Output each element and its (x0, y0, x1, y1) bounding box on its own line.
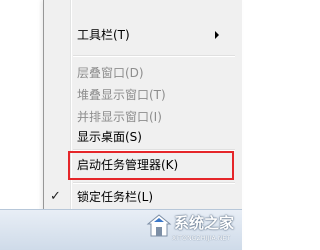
menu-item-label: 锁定任务栏(L) (77, 190, 154, 204)
checkmark-icon: ✓ (50, 189, 61, 204)
menu-item-show-desktop[interactable]: 显示桌面(S) (44, 126, 243, 148)
menu-item-label: 堆叠显示窗口(T) (77, 88, 166, 102)
menu-item-label: 显示桌面(S) (77, 130, 142, 144)
menu-item-cascade-windows[interactable]: 层叠窗口(D) (44, 62, 243, 84)
menu-separator (73, 182, 235, 184)
watermark-text: 系统之家 (174, 214, 235, 232)
watermark-url: XITONGZHIJIA.NET (172, 235, 231, 242)
menu-item-side-by-side-windows[interactable]: 并排显示窗口(I) (44, 106, 243, 128)
menu-separator (73, 55, 235, 57)
menu-item-label: 工具栏(T) (77, 28, 130, 42)
menu-item-lock-taskbar[interactable]: ✓ 锁定任务栏(L) (44, 186, 243, 208)
menu-item-label: 层叠窗口(D) (77, 66, 144, 80)
menu-item-toolbars[interactable]: 工具栏(T) (44, 24, 243, 46)
house-logo-icon (146, 214, 172, 237)
submenu-arrow-icon (215, 31, 219, 39)
menu-item-stack-windows[interactable]: 堆叠显示窗口(T) (44, 84, 243, 106)
watermark: 系统之家 XITONGZHIJIA.NET (146, 211, 242, 249)
menu-item-label: 并排显示窗口(I) (77, 110, 162, 124)
highlight-annotation-box (68, 151, 234, 180)
